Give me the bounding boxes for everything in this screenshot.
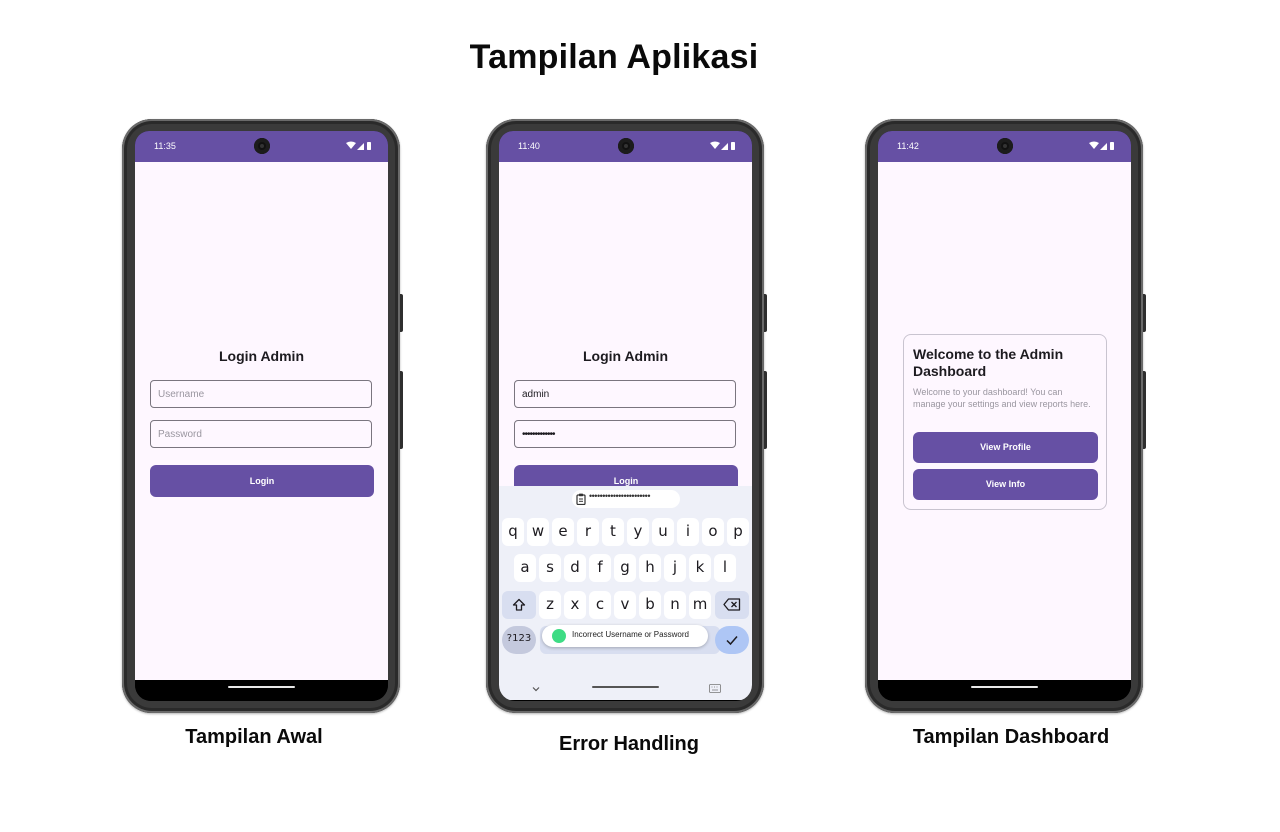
key-q[interactable]: q	[502, 518, 524, 546]
key-h[interactable]: h	[639, 554, 661, 582]
caption-initial: Tampilan Awal	[185, 726, 323, 748]
key-m[interactable]: m	[689, 591, 711, 619]
key-w[interactable]: w	[527, 518, 549, 546]
key-z[interactable]: z	[539, 591, 561, 619]
key-f[interactable]: f	[589, 554, 611, 582]
key-s[interactable]: s	[539, 554, 561, 582]
password-input[interactable]: •••••••••••••	[514, 420, 736, 448]
clipboard-icon	[576, 493, 586, 505]
battery-icon	[731, 142, 735, 150]
key-o[interactable]: o	[702, 518, 724, 546]
login-screen: Login Admin admin ••••••••••••• Login ••…	[499, 162, 752, 700]
checkmark-icon	[726, 636, 738, 646]
password-input[interactable]: Password	[150, 420, 372, 448]
camera-cutout	[254, 138, 270, 154]
login-title: Login Admin	[582, 348, 669, 364]
key-x[interactable]: x	[564, 591, 586, 619]
battery-icon	[367, 142, 371, 150]
key-k[interactable]: k	[689, 554, 711, 582]
home-handle[interactable]	[592, 686, 659, 688]
keyboard-bottom-bar	[499, 678, 752, 700]
card-title: Welcome to the Admin Dashboard	[913, 346, 1064, 379]
key-b[interactable]: b	[639, 591, 661, 619]
key-n[interactable]: n	[664, 591, 686, 619]
screen: 11:35 Login Admin Username Password Logi…	[135, 131, 388, 701]
toast-message: Incorrect Username or Password	[572, 630, 689, 639]
login-button[interactable]: Login	[150, 465, 374, 497]
key-j[interactable]: j	[664, 554, 686, 582]
key-e[interactable]: e	[552, 518, 574, 546]
wifi-icon	[710, 141, 720, 149]
camera-cutout	[618, 138, 634, 154]
backspace-key[interactable]	[715, 591, 749, 619]
wifi-icon	[1089, 141, 1099, 149]
view-info-button[interactable]: View Info	[913, 469, 1098, 500]
home-handle[interactable]	[971, 686, 1038, 688]
welcome-card: Welcome to the Admin Dashboard Welcome t…	[903, 334, 1107, 510]
view-profile-button[interactable]: View Profile	[913, 432, 1098, 463]
key-v[interactable]: v	[614, 591, 636, 619]
key-u[interactable]: u	[652, 518, 674, 546]
key-i[interactable]: i	[677, 518, 699, 546]
phone-dashboard: 11:42 Welcome to the Admin Dashboard Wel…	[865, 119, 1146, 713]
phone-error: 11:40 Login Admin admin ••••••••••••• Lo…	[486, 119, 767, 713]
status-bar: 11:40	[499, 131, 752, 162]
shift-icon	[512, 598, 526, 611]
signal-icon	[1100, 143, 1107, 150]
status-time: 11:40	[518, 141, 540, 151]
key-d[interactable]: d	[564, 554, 586, 582]
page-title: Tampilan Aplikasi	[469, 38, 759, 76]
status-time: 11:35	[154, 141, 176, 151]
clipboard-suggestion[interactable]: •••••••••••••••••••••••	[572, 490, 680, 508]
status-icons	[710, 141, 735, 150]
key-c[interactable]: c	[589, 591, 611, 619]
dashboard-screen: Welcome to the Admin Dashboard Welcome t…	[878, 162, 1131, 680]
status-bar: 11:42	[878, 131, 1131, 162]
key-t[interactable]: t	[602, 518, 624, 546]
android-icon	[552, 629, 566, 643]
error-toast: Incorrect Username or Password	[542, 625, 708, 647]
card-description: Welcome to your dashboard! You can manag…	[913, 387, 1091, 409]
status-bar: 11:35	[135, 131, 388, 162]
backspace-icon	[723, 598, 741, 611]
symbols-key[interactable]: ?123	[502, 626, 536, 654]
status-time: 11:42	[897, 141, 919, 151]
login-title: Login Admin	[218, 348, 305, 364]
caption-dashboard: Tampilan Dashboard	[912, 726, 1110, 748]
shift-key[interactable]	[502, 591, 536, 619]
done-key[interactable]	[715, 626, 749, 654]
nav-bar	[135, 680, 388, 701]
battery-icon	[1110, 142, 1114, 150]
wifi-icon	[346, 141, 356, 149]
keyboard-icon[interactable]	[709, 684, 721, 693]
key-l[interactable]: l	[714, 554, 736, 582]
screen: 11:40 Login Admin admin ••••••••••••• Lo…	[499, 131, 752, 701]
key-g[interactable]: g	[614, 554, 636, 582]
username-input[interactable]: admin	[514, 380, 736, 408]
username-input[interactable]: Username	[150, 380, 372, 408]
key-r[interactable]: r	[577, 518, 599, 546]
signal-icon	[357, 143, 364, 150]
login-screen: Login Admin Username Password Login	[135, 162, 388, 680]
clipboard-text: •••••••••••••••••••••••	[589, 491, 650, 501]
signal-icon	[721, 143, 728, 150]
status-icons	[1089, 141, 1114, 150]
key-y[interactable]: y	[627, 518, 649, 546]
chevron-down-icon[interactable]	[531, 685, 541, 693]
nav-bar	[878, 680, 1131, 701]
home-handle[interactable]	[228, 686, 295, 688]
phone-initial: 11:35 Login Admin Username Password Logi…	[122, 119, 403, 713]
screen: 11:42 Welcome to the Admin Dashboard Wel…	[878, 131, 1131, 701]
key-a[interactable]: a	[514, 554, 536, 582]
on-screen-keyboard: ••••••••••••••••••••••• q w e r t y u i …	[499, 486, 752, 700]
status-icons	[346, 141, 371, 150]
key-p[interactable]: p	[727, 518, 749, 546]
camera-cutout	[997, 138, 1013, 154]
caption-error: Error Handling	[558, 733, 699, 755]
